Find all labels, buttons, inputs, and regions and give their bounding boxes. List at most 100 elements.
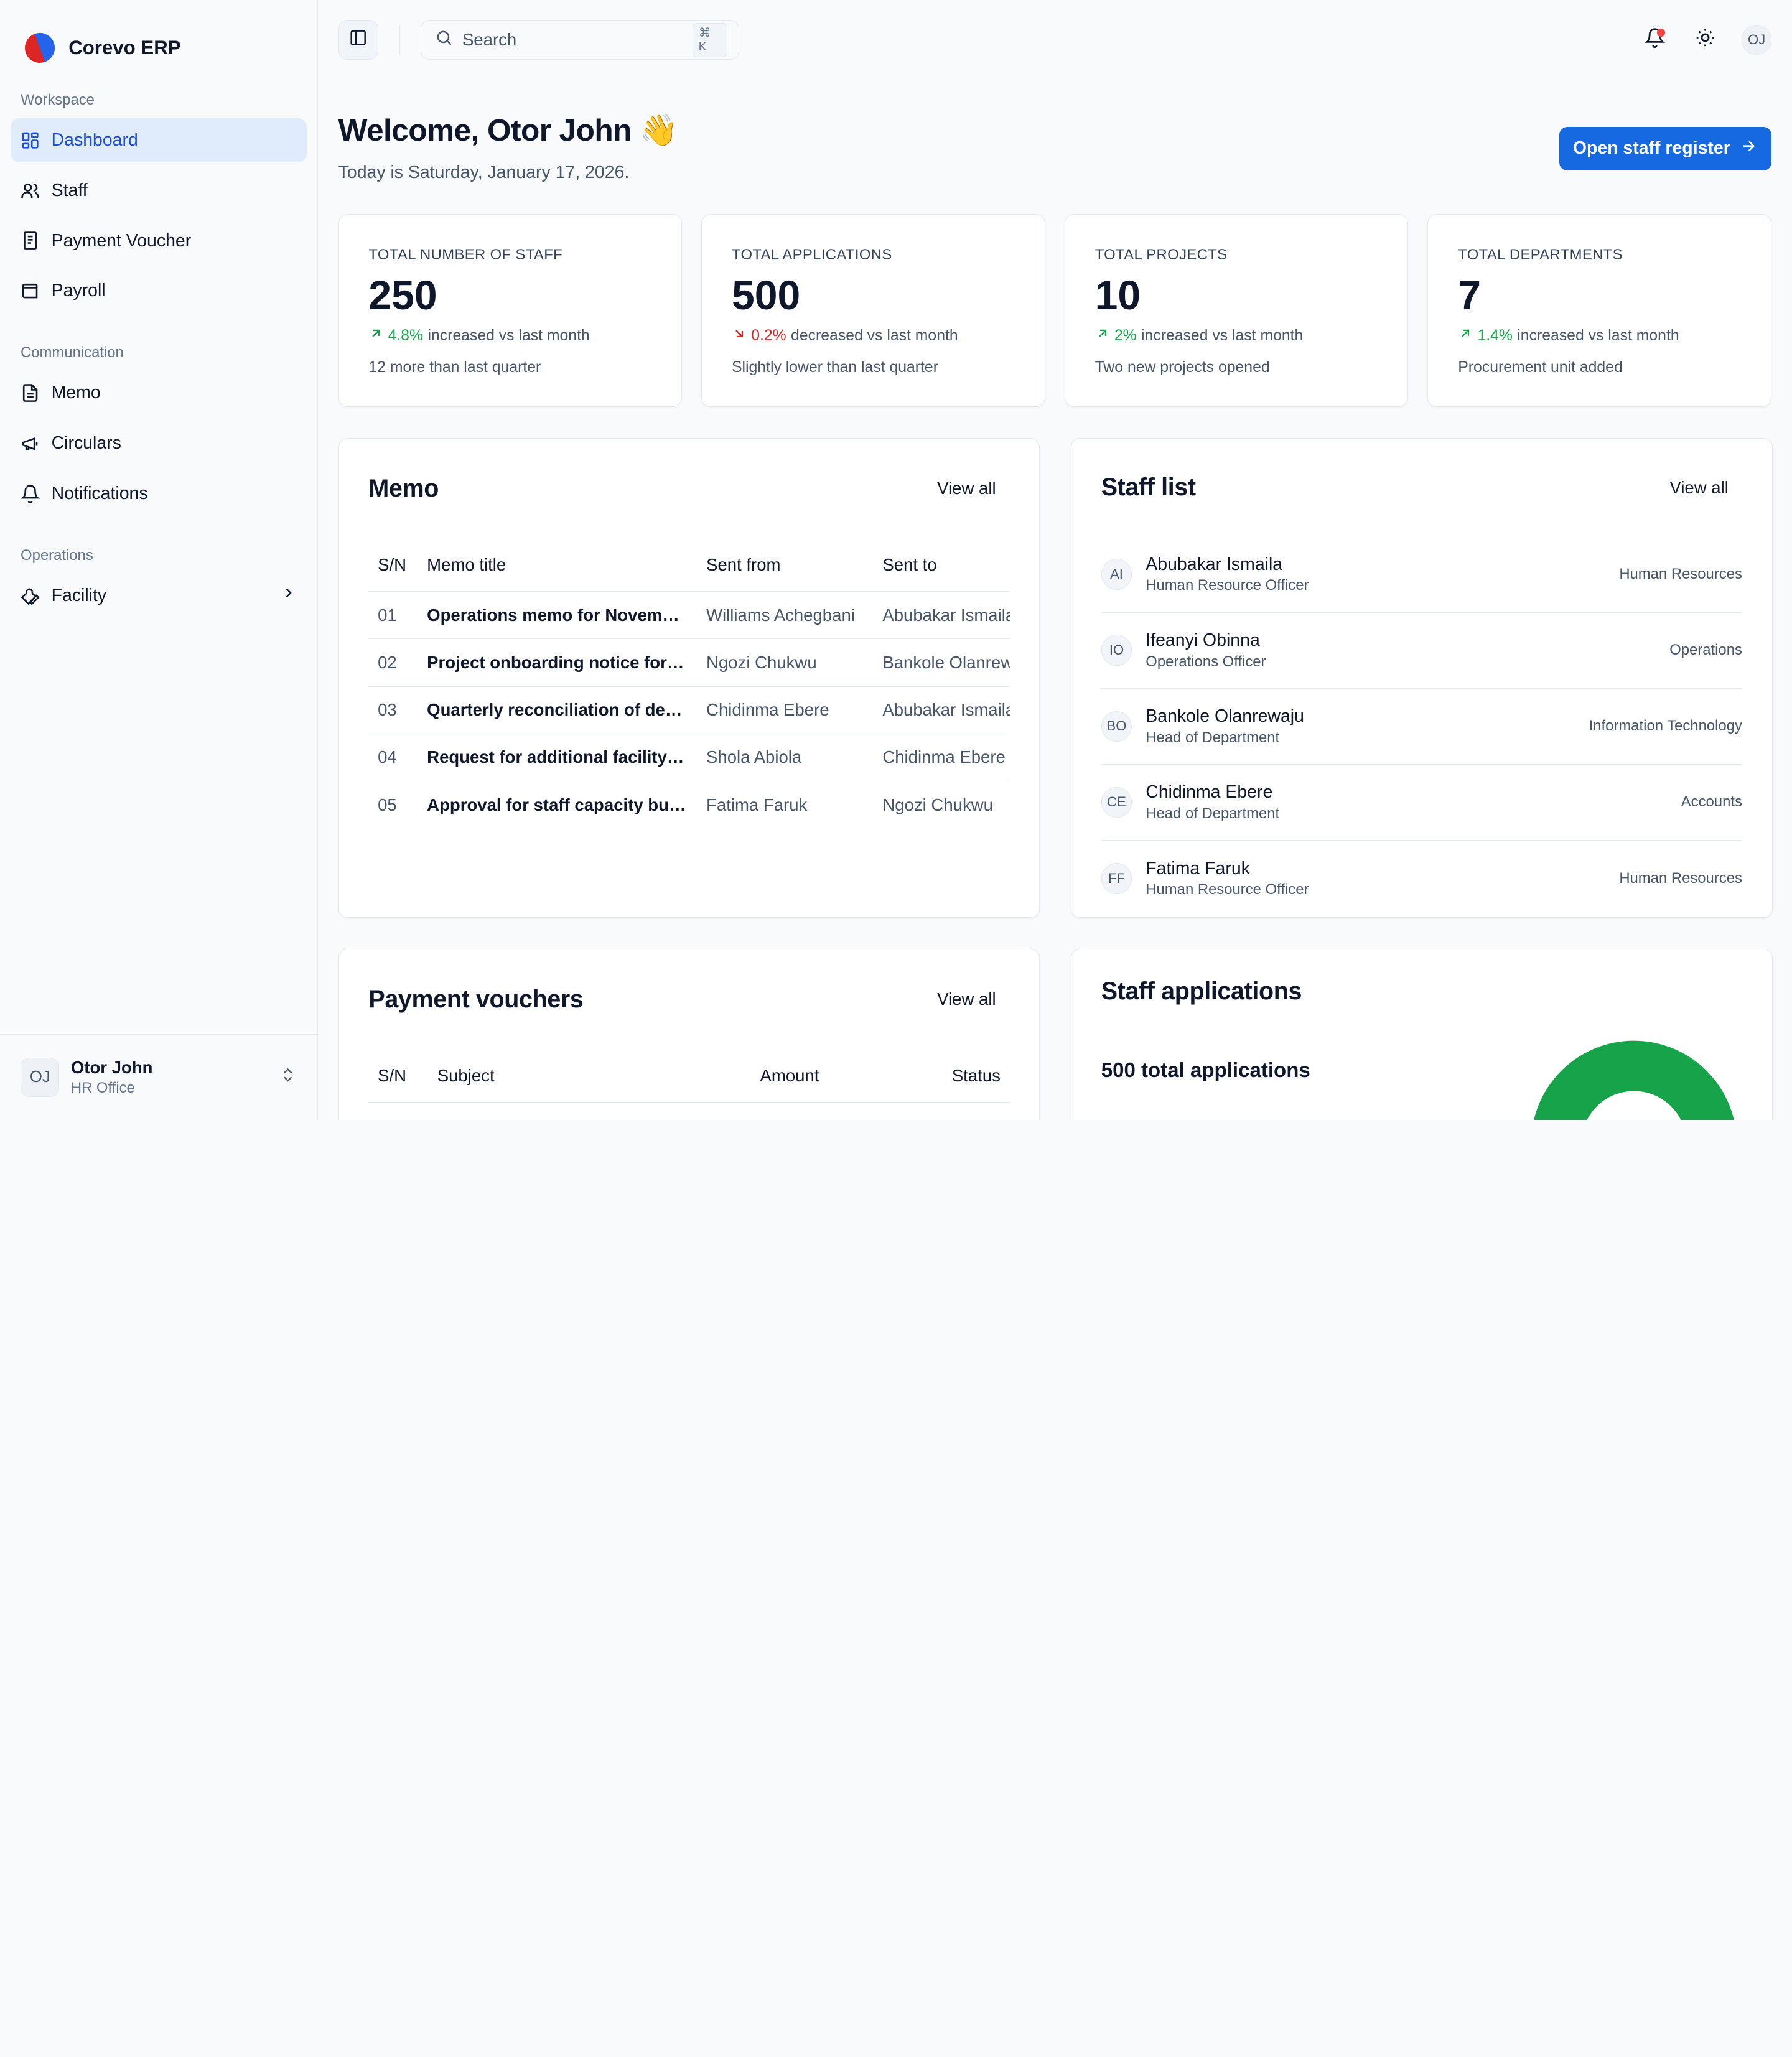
stat-trend: 2% increased vs last month <box>1095 326 1378 345</box>
table-row[interactable]: 02 Project onboarding notice for new sta… <box>368 638 1010 687</box>
chevrons-up-down-icon <box>279 1066 297 1089</box>
table-cell: Ngozi Chukwu <box>697 638 874 687</box>
staff-applications-panel: Staff applications 500 total application… <box>1070 948 1773 1120</box>
list-item[interactable]: IO Ifeanyi Obinna Operations Officer Ope… <box>1101 613 1742 689</box>
avatar: OJ <box>21 1058 60 1097</box>
staff-info: Bankole Olanrewaju Head of Department <box>1146 706 1304 747</box>
stat-card-departments: TOTAL DEPARTMENTS 7 1.4% increased vs la… <box>1427 213 1771 407</box>
view-all-link[interactable]: View all <box>937 989 996 1009</box>
table-row[interactable]: 01 Operations memo for November Williams… <box>368 591 1010 640</box>
view-all-link[interactable]: View all <box>937 478 996 498</box>
users-icon <box>21 181 40 200</box>
topbar-actions: OJ <box>1641 25 1771 55</box>
staff-department: Human Resources <box>1619 566 1742 583</box>
sidebar-toggle-button[interactable] <box>338 20 378 60</box>
open-staff-register-button[interactable]: Open staff register <box>1559 126 1771 170</box>
vouchers-table-wrapper: S/N Subject Amount Status <box>339 1050 1040 1103</box>
sidebar-item-label: Staff <box>51 180 88 200</box>
stat-trend-text: increased vs last month <box>1517 327 1679 344</box>
notifications-button[interactable] <box>1641 26 1669 54</box>
memo-title-cell: Quarterly reconciliation of departmental… <box>418 686 698 734</box>
column-header: Sent to <box>873 539 1010 592</box>
panel-left-icon <box>349 29 367 52</box>
view-all-link[interactable]: View all <box>1669 478 1728 498</box>
stat-label: TOTAL DEPARTMENTS <box>1458 246 1623 264</box>
table-row[interactable]: 05 Approval for staff capacity building … <box>368 781 1009 829</box>
table-row[interactable]: 04 Request for additional facility maint… <box>368 734 1010 782</box>
search-input[interactable] <box>462 30 683 50</box>
user-menu[interactable]: OJ Otor John HR Office <box>0 1034 317 1120</box>
memo-title-cell: Operations memo for November <box>418 591 698 640</box>
panel-header: Staff list View all <box>1071 439 1772 537</box>
panel-header: Memo View all <box>339 439 1040 539</box>
staff-list: AI Abubakar Ismaila Human Resource Offic… <box>1071 537 1772 917</box>
avatar: IO <box>1101 635 1132 666</box>
sidebar-item-memo[interactable]: Memo <box>11 371 307 416</box>
table-cell: Bankole Olanrewaju <box>873 638 1010 687</box>
sidebar-item-notifications[interactable]: Notifications <box>11 471 307 516</box>
column-header: Memo title <box>418 539 698 592</box>
dashboard: Welcome, Otor John 👋 Today is Saturday, … <box>318 112 1792 1120</box>
column-header: Amount <box>750 1050 889 1103</box>
page-title: Welcome, Otor John 👋 <box>338 112 678 147</box>
sidebar-item-facility[interactable]: Facility <box>11 573 307 618</box>
stat-value: 500 <box>732 272 801 319</box>
sidebar-item-payroll[interactable]: Payroll <box>11 269 307 314</box>
stat-change: 0.2% <box>751 327 786 344</box>
file-text-icon <box>21 383 40 403</box>
welcome-header: Welcome, Otor John 👋 Today is Saturday, … <box>338 112 1771 183</box>
trend-up-icon <box>1095 326 1110 345</box>
bell-icon <box>21 484 40 503</box>
list-item[interactable]: CE Chidinma Ebere Head of Department Acc… <box>1101 765 1742 841</box>
notification-dot <box>1657 28 1666 37</box>
table-cell: 01 <box>368 591 418 640</box>
sidebar-item-dashboard[interactable]: Dashboard <box>10 118 307 163</box>
column-header: Sent from <box>697 539 874 592</box>
stat-trend: 1.4% increased vs last month <box>1458 326 1741 345</box>
donut-segment <box>1533 1040 1734 1120</box>
table-cell: 02 <box>368 638 418 687</box>
table-cell: 05 <box>378 795 397 814</box>
avatar: CE <box>1101 786 1132 818</box>
search-bar[interactable]: ⌘ K <box>420 20 740 60</box>
table-row[interactable]: 03 Quarterly reconciliation of departmen… <box>368 686 1010 734</box>
sidebar-item-label: Memo <box>51 383 101 403</box>
table-cell: 04 <box>368 734 418 782</box>
trend-up-icon <box>368 326 383 345</box>
sidebar-item-staff[interactable]: Staff <box>11 168 307 213</box>
avatar[interactable]: OJ <box>1742 25 1771 55</box>
list-item[interactable]: AI Abubakar Ismaila Human Resource Offic… <box>1101 537 1742 613</box>
stat-note: 12 more than last quarter <box>368 359 541 376</box>
sidebar-item-circulars[interactable]: Circulars <box>11 421 307 466</box>
stat-trend-text: increased vs last month <box>427 327 590 344</box>
theme-toggle-button[interactable] <box>1691 26 1719 54</box>
panel-title: Memo <box>368 474 439 502</box>
avatar: BO <box>1101 711 1132 742</box>
stat-label: TOTAL NUMBER OF STAFF <box>368 246 563 264</box>
staff-department: Accounts <box>1681 793 1742 811</box>
avatar: AI <box>1101 559 1132 590</box>
panel-header: Staff applications <box>1071 949 1772 1034</box>
table-cell: Ngozi Chukwu <box>882 795 993 814</box>
stat-note: Procurement unit added <box>1458 359 1623 376</box>
table-cell: Abubakar Ismaila <box>873 591 1010 640</box>
sidebar-section-workspace: Workspace <box>21 91 95 108</box>
column-header: Subject <box>428 1050 751 1103</box>
user-info: Otor John HR Office <box>71 1058 153 1098</box>
sidebar-item-payment-voucher[interactable]: Payment Voucher <box>11 218 307 263</box>
sidebar-item-label: Notifications <box>51 483 148 503</box>
stat-trend-text: decreased vs last month <box>791 327 958 344</box>
button-label: Open staff register <box>1572 138 1730 159</box>
staff-role: Human Resource Officer <box>1146 577 1309 594</box>
table-header-row: S/N Subject Amount Status <box>368 1050 1010 1103</box>
list-item[interactable]: BO Bankole Olanrewaju Head of Department… <box>1101 689 1742 765</box>
dashboard-icon <box>21 131 40 150</box>
table-cell: Williams Achegbani <box>697 591 874 640</box>
staff-role: Operations Officer <box>1146 653 1266 670</box>
staff-name: Fatima Faruk <box>1146 858 1250 879</box>
memo-panel: Memo View all S/N Memo title Sent from S… <box>338 437 1040 918</box>
column-header: S/N <box>368 539 418 592</box>
table-cell: Chidinma Ebere <box>697 686 874 734</box>
sidebar-section-operations: Operations <box>21 546 93 564</box>
list-item[interactable]: FF Fatima Faruk Human Resource Officer H… <box>1101 841 1742 917</box>
